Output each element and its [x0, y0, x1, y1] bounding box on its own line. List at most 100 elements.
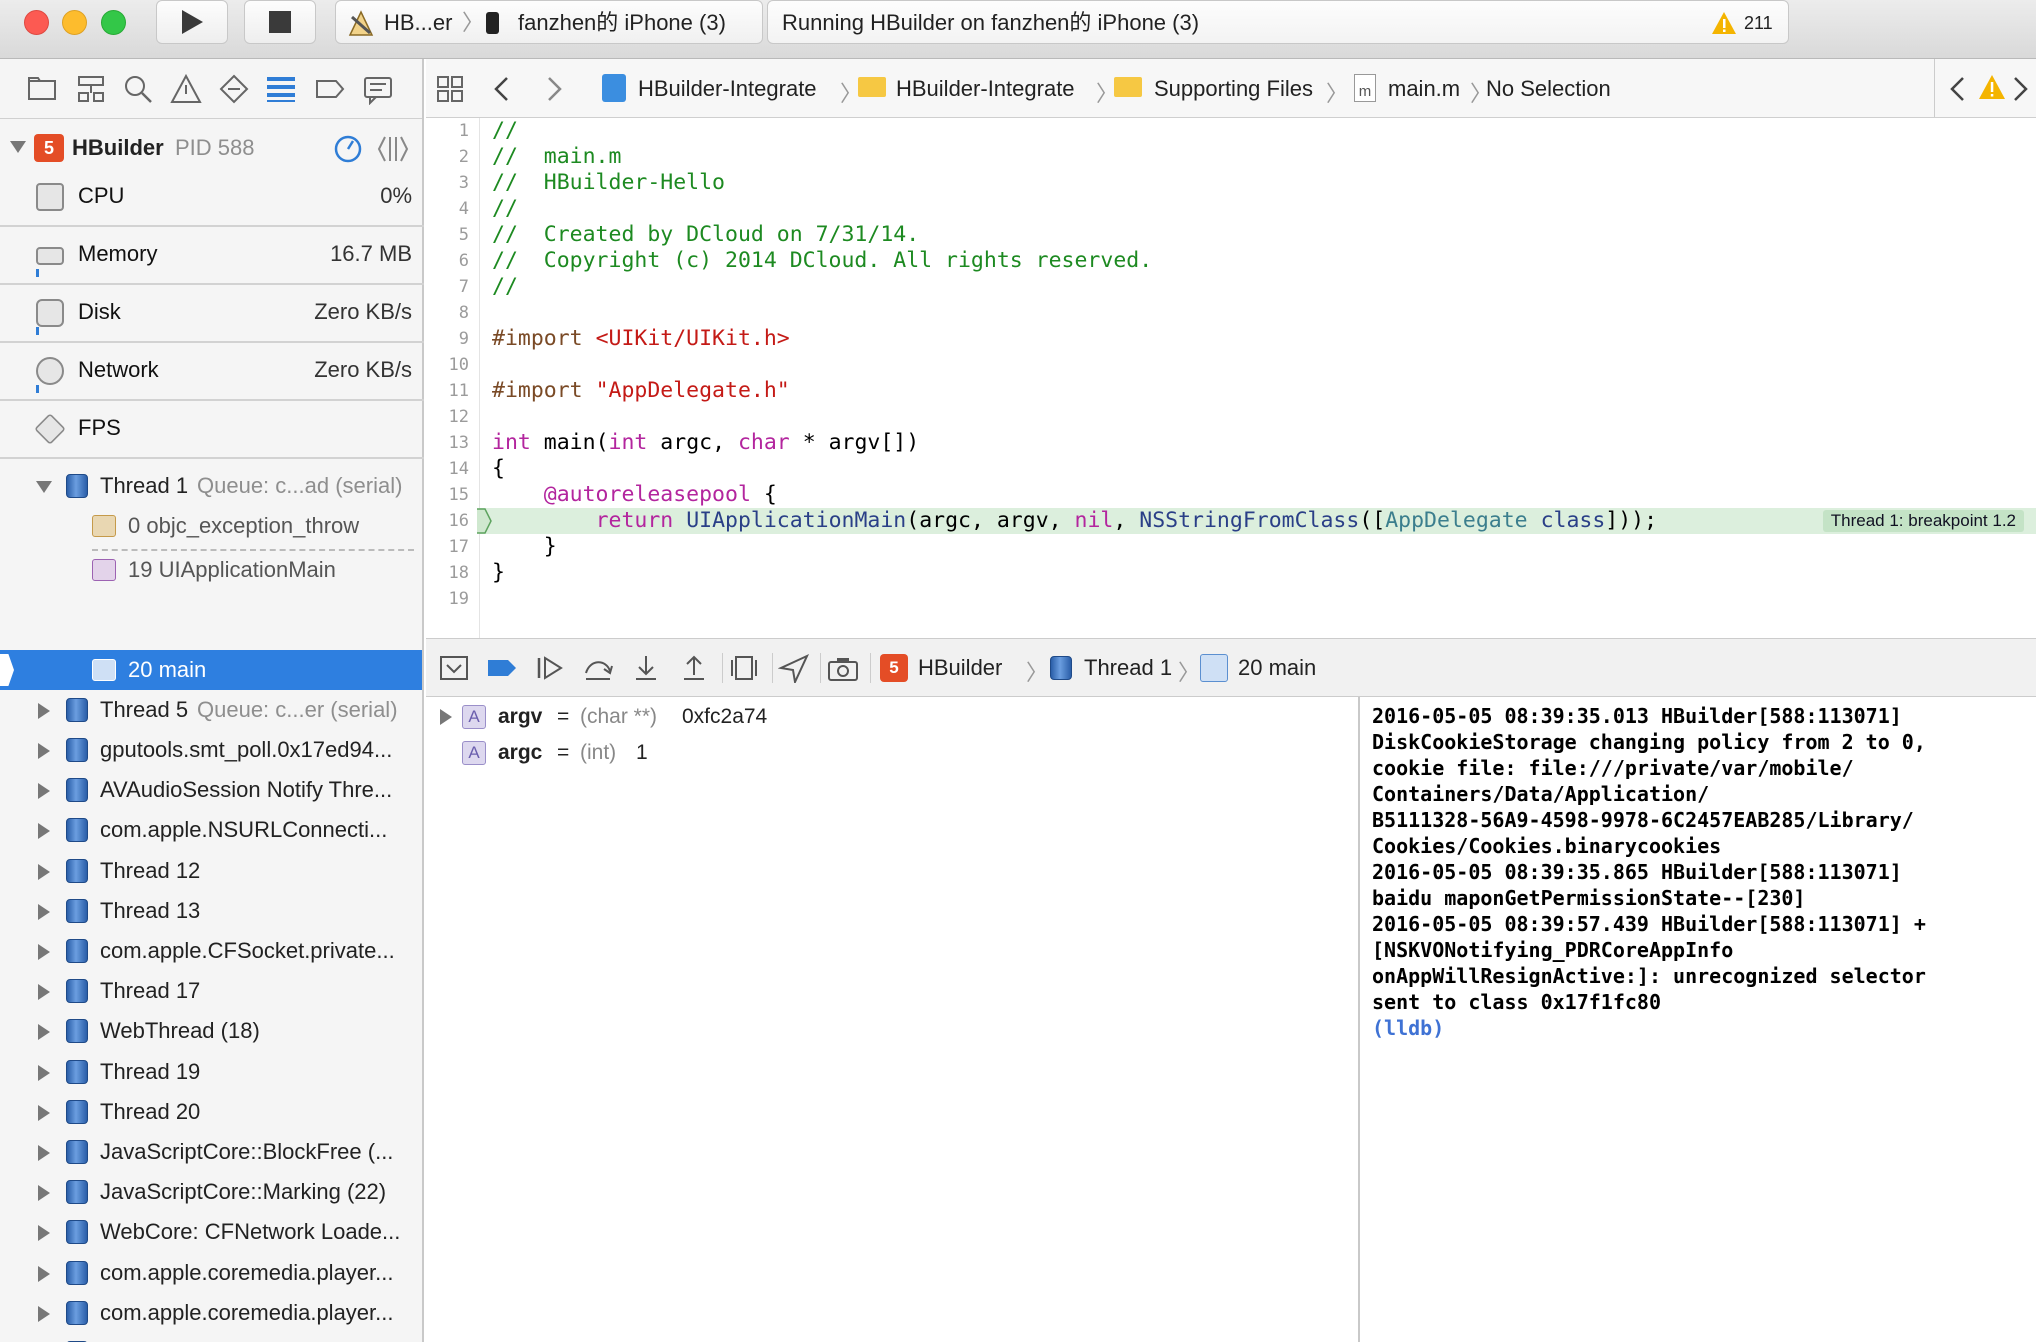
- debug-path-app[interactable]: HBuilder: [918, 655, 1002, 681]
- disclosure-down-icon[interactable]: [36, 481, 52, 493]
- breadcrumb-folder[interactable]: Supporting Files: [1154, 76, 1313, 102]
- back-arrow-icon[interactable]: [492, 75, 512, 103]
- warning-icon[interactable]: [1711, 11, 1737, 35]
- disclosure-right-icon[interactable]: [38, 1064, 50, 1081]
- line-number-gutter[interactable]: 1 2 3 4 5 6 7 8 9 10 11 12 13 14 15 16 17 18 19: [426, 118, 480, 638]
- line-number[interactable]: 6: [459, 251, 469, 271]
- warning-icon[interactable]: [1978, 74, 2006, 100]
- disclosure-right-icon[interactable]: [38, 783, 50, 800]
- simulate-location-icon[interactable]: [778, 653, 812, 683]
- debug-navigator-icon[interactable]: [265, 73, 297, 105]
- thread-row[interactable]: WebCore: CFNetwork Loade...: [0, 1212, 422, 1252]
- gauge-network[interactable]: Network Zero KB/s: [0, 343, 424, 401]
- line-number[interactable]: 5: [459, 225, 469, 245]
- breadcrumb-file[interactable]: main.m: [1388, 76, 1460, 102]
- breakpoint-icon[interactable]: [314, 73, 346, 105]
- breadcrumb-symbol[interactable]: No Selection: [1486, 76, 1611, 102]
- step-over-icon[interactable]: [582, 653, 616, 683]
- gauge-cpu[interactable]: CPU 0%: [0, 169, 424, 227]
- breakpoint-annotation[interactable]: Thread 1: breakpoint 1.2: [1822, 510, 2024, 532]
- line-number[interactable]: 13: [449, 433, 469, 453]
- forward-arrow-icon[interactable]: [544, 75, 564, 103]
- related-items-icon[interactable]: [436, 75, 464, 103]
- thread-row[interactable]: JavaScriptCore::BlockFree (...: [0, 1132, 422, 1172]
- thread-row[interactable]: com.apple.coremedia.player...: [0, 1293, 422, 1333]
- console-output[interactable]: 2016-05-05 08:39:35.013 HBuilder[588:113…: [1362, 697, 2036, 1342]
- disclosure-right-icon[interactable]: [38, 823, 50, 840]
- disclosure-right-icon[interactable]: [38, 1024, 50, 1041]
- stack-frame-row[interactable]: 19 UIApplicationMain: [0, 550, 422, 590]
- disclosure-right-icon[interactable]: [38, 1265, 50, 1282]
- test-icon[interactable]: [218, 73, 250, 105]
- hide-debug-area-icon[interactable]: [438, 653, 472, 683]
- variables-view[interactable]: A argv = (char **) 0xfc2a74 A argc = (in…: [426, 697, 1360, 1342]
- step-into-icon[interactable]: [630, 653, 664, 683]
- thread-row[interactable]: JavaScriptCore::Marking (22): [0, 1172, 422, 1212]
- thread-row[interactable]: AVAudioSession Notify Thre...: [0, 770, 422, 810]
- close-window-button[interactable]: [24, 10, 49, 35]
- scheme-selector[interactable]: HB...er 〉 fanzhen的 iPhone (3): [335, 0, 763, 44]
- line-number[interactable]: 4: [459, 199, 469, 219]
- line-number[interactable]: 9: [459, 329, 469, 349]
- line-number[interactable]: 1: [459, 121, 469, 141]
- line-number[interactable]: 14: [449, 459, 469, 479]
- gauge-icon[interactable]: [333, 134, 363, 164]
- gauge-disk[interactable]: Disk Zero KB/s: [0, 285, 424, 343]
- thread-row[interactable]: Thread 12: [0, 851, 422, 891]
- line-number[interactable]: 12: [449, 407, 469, 427]
- debug-path-frame[interactable]: 20 main: [1238, 655, 1316, 681]
- disclosure-right-icon[interactable]: [38, 1145, 50, 1161]
- thread-row[interactable]: Thread 13: [0, 891, 422, 931]
- previous-issue-icon[interactable]: [1948, 75, 1968, 103]
- source-editor[interactable]: 1 2 3 4 5 6 7 8 9 10 11 12 13 14 15 16 17 18 19 // // main…: [426, 118, 2036, 638]
- line-number[interactable]: 3: [459, 173, 469, 193]
- thread-row[interactable]: com.apple.coremedia.player...: [0, 1333, 422, 1342]
- line-number[interactable]: 16: [449, 511, 469, 531]
- split-view-icon[interactable]: [377, 134, 409, 164]
- gauge-memory[interactable]: Memory 16.7 MB: [0, 227, 424, 285]
- gauge-fps[interactable]: FPS: [0, 401, 424, 459]
- run-button[interactable]: [156, 0, 228, 44]
- disclosure-right-icon[interactable]: [440, 709, 452, 725]
- disclosure-right-icon[interactable]: [38, 1185, 50, 1202]
- disclosure-right-icon[interactable]: [38, 743, 50, 759]
- disclosure-right-icon[interactable]: [38, 1225, 50, 1242]
- line-number[interactable]: 11: [449, 381, 469, 401]
- disclosure-right-icon[interactable]: [38, 903, 50, 920]
- line-number[interactable]: 7: [459, 277, 469, 297]
- line-number[interactable]: 8: [459, 303, 469, 323]
- line-number[interactable]: 18: [449, 563, 469, 583]
- camera-icon[interactable]: [826, 653, 860, 683]
- next-issue-icon[interactable]: [2010, 75, 2030, 103]
- line-number[interactable]: 2: [459, 147, 469, 167]
- line-number[interactable]: 15: [449, 485, 469, 505]
- breadcrumb-project[interactable]: HBuilder-Integrate: [638, 76, 817, 102]
- line-number[interactable]: 17: [449, 537, 469, 557]
- stop-button[interactable]: [244, 0, 316, 44]
- minimize-window-button[interactable]: [62, 10, 87, 35]
- continue-icon[interactable]: [534, 653, 568, 683]
- warning-count[interactable]: 211: [1744, 1, 1773, 45]
- line-number[interactable]: 19: [449, 589, 469, 609]
- thread-row[interactable]: WebThread (18): [0, 1011, 422, 1051]
- thread-row[interactable]: Thread 19: [0, 1052, 422, 1092]
- thread-row[interactable]: com.apple.CFSocket.private...: [0, 931, 422, 971]
- stack-frame-row[interactable]: 0 objc_exception_throw: [0, 506, 422, 546]
- thread-row[interactable]: Thread 5 Queue: c...er (serial): [0, 690, 422, 730]
- hierarchy-icon[interactable]: [75, 73, 107, 105]
- folder-icon[interactable]: [26, 73, 58, 105]
- disclosure-down-icon[interactable]: [10, 141, 26, 153]
- instruction-pointer-icon[interactable]: [476, 508, 492, 534]
- breakpoints-toggle-icon[interactable]: [486, 653, 520, 683]
- disclosure-right-icon[interactable]: [38, 863, 50, 880]
- thread-row[interactable]: Thread 1 Queue: c...ad (serial): [0, 466, 422, 506]
- zoom-window-button[interactable]: [101, 10, 126, 35]
- thread-row[interactable]: com.apple.NSURLConnecti...: [0, 810, 422, 850]
- report-icon[interactable]: [362, 73, 394, 105]
- view-hierarchy-icon[interactable]: [728, 653, 762, 683]
- debug-path-thread[interactable]: Thread 1: [1084, 655, 1172, 681]
- disclosure-right-icon[interactable]: [38, 703, 50, 719]
- disclosure-right-icon[interactable]: [38, 1305, 50, 1322]
- thread-row[interactable]: gputools.smt_poll.0x17ed94...: [0, 730, 422, 770]
- lldb-prompt[interactable]: (lldb): [1372, 1015, 2026, 1041]
